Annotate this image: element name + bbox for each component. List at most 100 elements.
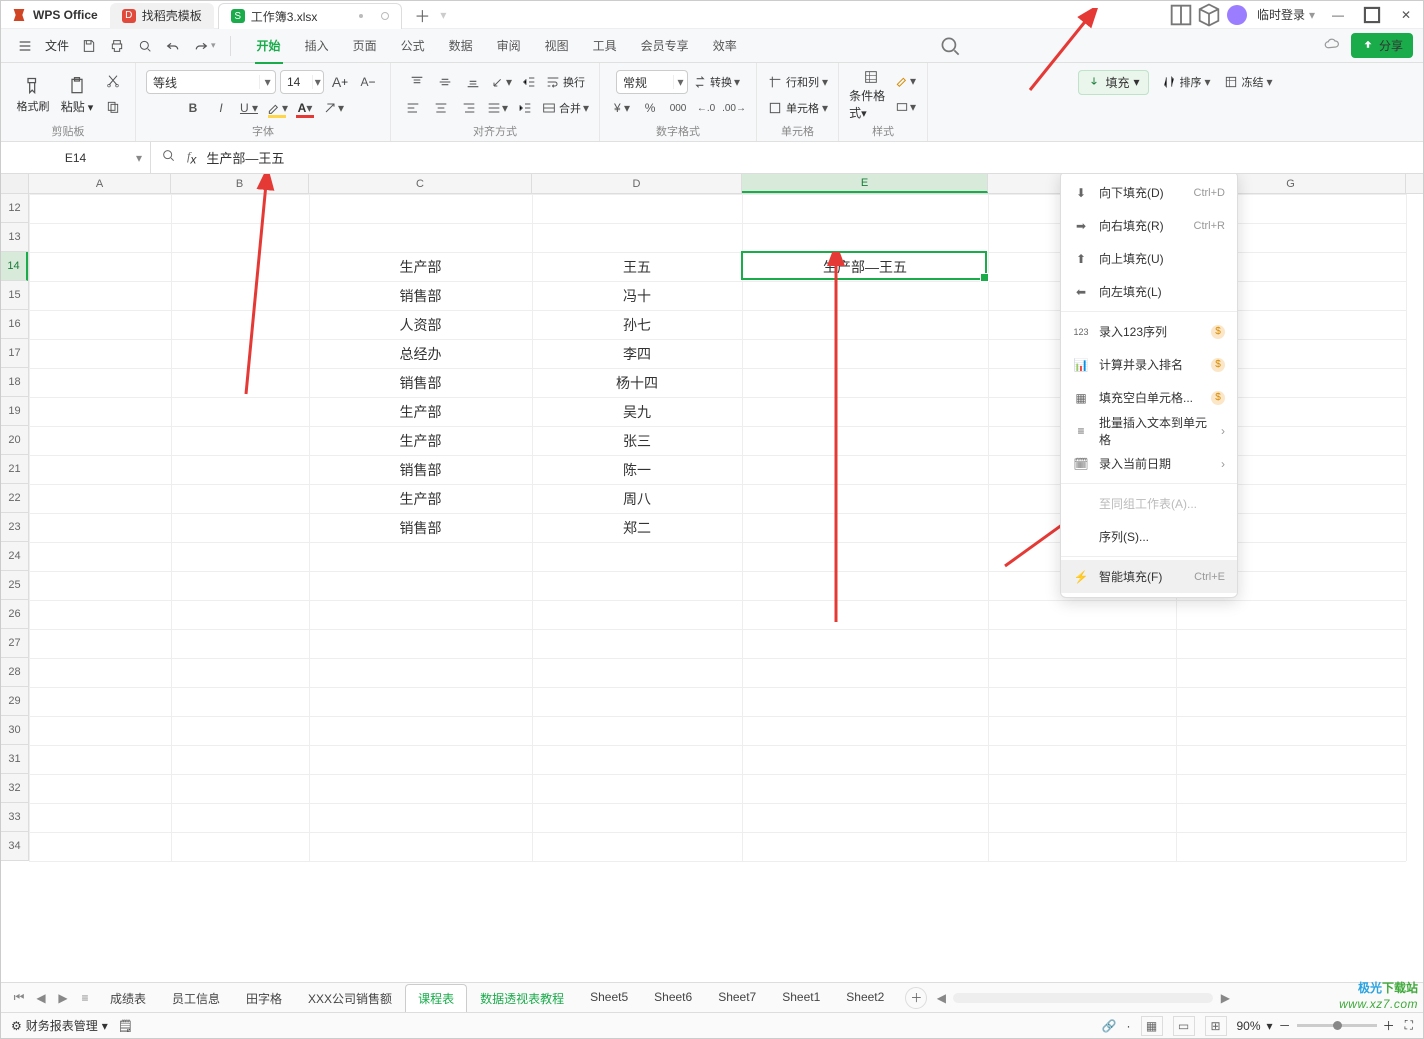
zoom-icon[interactable] — [161, 148, 177, 167]
close-button[interactable]: ✕ — [1389, 1, 1423, 29]
cloud-icon[interactable] — [1323, 35, 1341, 56]
row-header[interactable]: 30 — [1, 716, 28, 745]
row-header[interactable]: 22 — [1, 484, 28, 513]
row-header[interactable]: 16 — [1, 310, 28, 339]
row-header[interactable]: 27 — [1, 629, 28, 658]
cell[interactable]: 周八 — [532, 484, 742, 513]
menu-fill-blank[interactable]: ▦填充空白单元格...$ — [1061, 381, 1237, 414]
sheet-tab[interactable]: Sheet2 — [833, 984, 897, 1012]
formula-input[interactable] — [206, 150, 1413, 165]
freeze-button[interactable]: 冻结▾ — [1223, 70, 1273, 94]
sheet-tab[interactable]: Sheet6 — [641, 984, 705, 1012]
decrease-font-icon[interactable]: A− — [356, 70, 380, 94]
col-header[interactable]: D — [532, 174, 742, 193]
align-bottom-icon[interactable] — [461, 70, 485, 94]
cell[interactable]: 李四 — [532, 339, 742, 368]
col-header[interactable]: B — [171, 174, 309, 193]
sheet-tab[interactable]: Sheet1 — [769, 984, 833, 1012]
cut-icon[interactable] — [101, 69, 125, 93]
search-icon[interactable] — [937, 33, 963, 59]
row-header[interactable]: 21 — [1, 455, 28, 484]
cell[interactable]: 生产部 — [309, 426, 532, 455]
preview-icon[interactable] — [131, 33, 159, 59]
ribbon-tab-2[interactable]: 页面 — [351, 33, 379, 58]
row-header[interactable]: 17 — [1, 339, 28, 368]
table-style-icon[interactable]: ▾ — [893, 95, 917, 119]
cell[interactable]: 张三 — [532, 426, 742, 455]
menu-series[interactable]: 序列(S)... — [1061, 520, 1237, 553]
indent-increase-icon[interactable] — [513, 96, 537, 120]
col-header[interactable]: E — [742, 174, 988, 193]
indent-decrease-icon[interactable] — [517, 70, 541, 94]
sheet-list-icon[interactable]: ≡ — [75, 988, 95, 1008]
increase-font-icon[interactable]: A+ — [328, 70, 352, 94]
sheet-tab[interactable]: 员工信息 — [159, 984, 233, 1012]
login-button[interactable]: 临时登录▾ — [1251, 6, 1321, 23]
menu-smart-fill[interactable]: ⚡智能填充(F)Ctrl+E — [1061, 560, 1237, 593]
ribbon-tab-6[interactable]: 视图 — [543, 33, 571, 58]
maximize-button[interactable] — [1355, 1, 1389, 29]
record-icon[interactable]: 🗒 — [118, 1019, 133, 1033]
sheet-first-icon[interactable]: ⏮ — [9, 988, 29, 1008]
menu-seq-123[interactable]: 123录入123序列$ — [1061, 315, 1237, 348]
ribbon-tab-5[interactable]: 审阅 — [495, 33, 523, 58]
scroll-left-icon[interactable]: ◀ — [931, 988, 951, 1008]
col-header[interactable]: C — [309, 174, 532, 193]
align-center-icon[interactable] — [429, 96, 453, 120]
tab-current-file[interactable]: S 工作簿3.xlsx — [218, 3, 403, 29]
add-sheet-button[interactable]: ＋ — [905, 987, 927, 1009]
row-header[interactable]: 23 — [1, 513, 28, 542]
menu-batch-text[interactable]: ≡批量插入文本到单元格› — [1061, 414, 1237, 447]
fill-button[interactable]: 填充 ▾ — [1078, 70, 1148, 95]
new-tab-button[interactable]: ＋ — [410, 3, 434, 27]
sheet-tab[interactable]: Sheet5 — [577, 984, 641, 1012]
row-header[interactable]: 19 — [1, 397, 28, 426]
fullscreen-icon[interactable]: ⛶ — [1405, 1018, 1413, 1033]
scroll-right-icon[interactable]: ▶ — [1215, 988, 1235, 1008]
redo-icon[interactable]: ▾ — [187, 33, 222, 59]
sheet-tab[interactable]: 数据透视表教程 — [467, 984, 577, 1012]
cell[interactable]: 人资部 — [309, 310, 532, 339]
row-header[interactable]: 13 — [1, 223, 28, 252]
cell[interactable]: 销售部 — [309, 281, 532, 310]
row-header[interactable]: 18 — [1, 368, 28, 397]
font-size-combo[interactable]: ▾ — [280, 70, 324, 94]
increase-decimal-icon[interactable]: ←.0 — [694, 96, 718, 120]
menu-icon[interactable] — [11, 33, 39, 59]
menu-rank[interactable]: 📊计算并录入排名$ — [1061, 348, 1237, 381]
justify-icon[interactable]: ▾ — [485, 96, 509, 120]
align-middle-icon[interactable] — [433, 70, 457, 94]
font-color-icon[interactable]: A ▾ — [293, 96, 317, 120]
row-header[interactable]: 12 — [1, 194, 28, 223]
cell[interactable]: 王五 — [532, 252, 742, 281]
sheet-tab[interactable]: 田字格 — [233, 984, 295, 1012]
cell[interactable]: 吴九 — [532, 397, 742, 426]
conditional-format-button[interactable]: 条件格式▾ — [849, 69, 893, 121]
cell-style-icon[interactable]: ▾ — [893, 69, 917, 93]
paste-button[interactable]: 粘贴 ▾ — [55, 69, 99, 121]
cell[interactable]: 销售部 — [309, 455, 532, 484]
view-normal-icon[interactable]: ▦ — [1141, 1016, 1163, 1036]
zoom-in-icon[interactable]: ＋ — [1383, 1017, 1395, 1034]
select-all-corner[interactable] — [1, 174, 29, 194]
cube-icon[interactable] — [1195, 1, 1223, 29]
tab-menu-icon[interactable] — [359, 14, 363, 18]
cell[interactable]: 销售部 — [309, 368, 532, 397]
row-header[interactable]: 20 — [1, 426, 28, 455]
col-header[interactable]: A — [29, 174, 171, 193]
zoom-out-icon[interactable]: － — [1279, 1017, 1291, 1034]
sheet-tab[interactable]: Sheet7 — [705, 984, 769, 1012]
italic-icon[interactable]: I — [209, 96, 233, 120]
cell[interactable]: 郑二 — [532, 513, 742, 542]
ribbon-tab-0[interactable]: 开始 — [255, 33, 283, 58]
merge-cells-button[interactable]: 合并▾ — [541, 96, 589, 120]
ribbon-tab-3[interactable]: 公式 — [399, 33, 427, 58]
format-painter-button[interactable]: 格式刷 — [11, 69, 55, 121]
minimize-button[interactable]: — — [1321, 1, 1355, 29]
cell-button[interactable]: 单元格▾ — [767, 96, 828, 120]
ribbon-tab-1[interactable]: 插入 — [303, 33, 331, 58]
row-header[interactable]: 25 — [1, 571, 28, 600]
cell[interactable]: 冯十 — [532, 281, 742, 310]
percent-icon[interactable]: % — [638, 96, 662, 120]
view-break-icon[interactable]: ⊞ — [1205, 1016, 1227, 1036]
